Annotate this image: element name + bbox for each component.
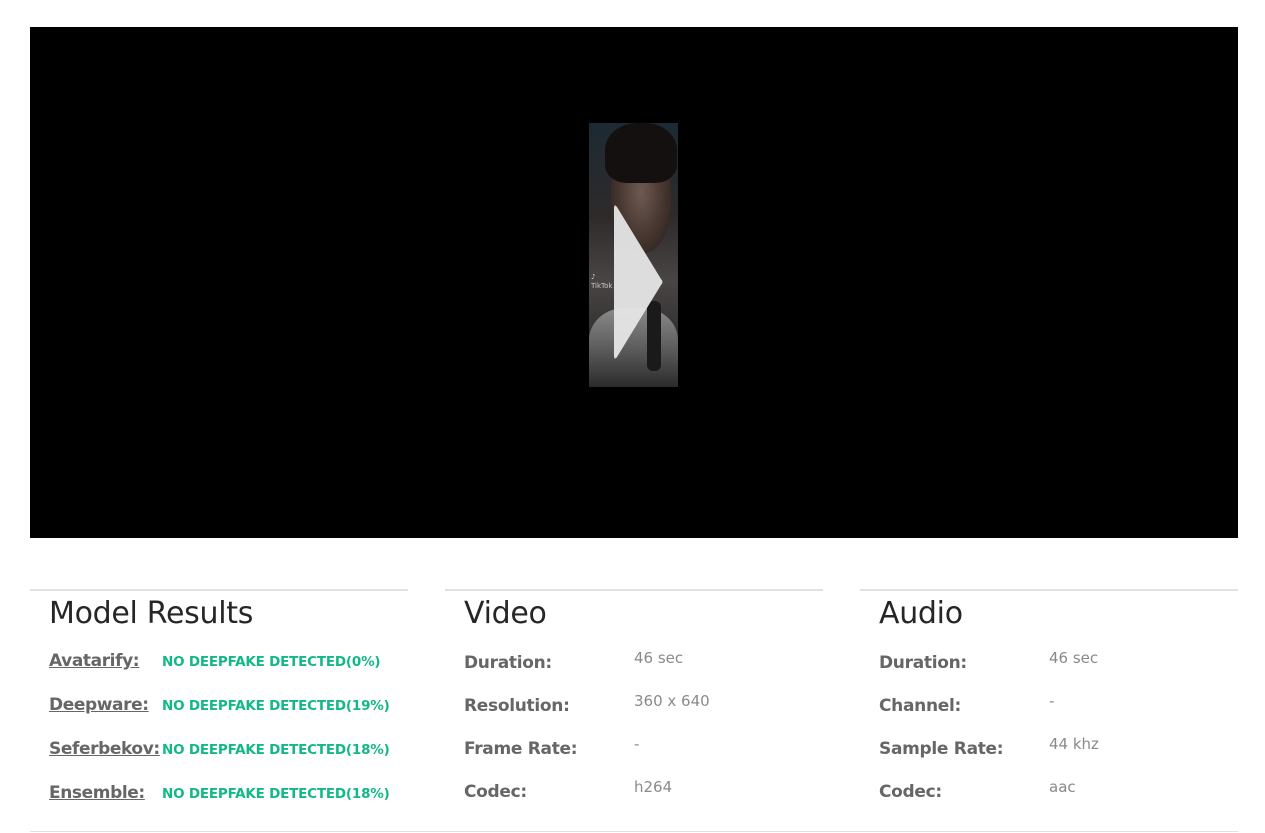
- video-player[interactable]: ♪ TikTok: [30, 27, 1238, 538]
- video-duration-label: Duration:: [464, 653, 552, 673]
- video-codec-label: Codec:: [464, 782, 527, 802]
- model-result-row: Deepware: NO DEEPFAKE DETECTED(19%): [49, 695, 390, 719]
- audio-channel-value: -: [1049, 692, 1055, 710]
- model-results-title: Model Results: [49, 596, 254, 631]
- video-frame-rate-label: Frame Rate:: [464, 739, 578, 759]
- model-result-row: Ensemble: NO DEEPFAKE DETECTED(18%): [49, 783, 390, 807]
- model-link-deepware[interactable]: Deepware:: [49, 695, 162, 715]
- audio-info-title: Audio: [879, 596, 963, 631]
- model-results-panel: Model Results Avatarify: NO DEEPFAKE DETE…: [30, 589, 408, 803]
- video-resolution-value: 360 x 640: [634, 692, 710, 710]
- audio-codec-value: aac: [1049, 778, 1076, 796]
- model-result-row: Seferbekov: NO DEEPFAKE DETECTED(18%): [49, 739, 390, 763]
- audio-sample-rate-value: 44 khz: [1049, 735, 1099, 753]
- audio-duration-label: Duration:: [879, 653, 967, 673]
- model-verdict: NO DEEPFAKE DETECTED(18%): [162, 786, 390, 802]
- play-icon[interactable]: [613, 203, 665, 361]
- thumbnail-watermark: ♪ TikTok: [591, 273, 613, 290]
- video-frame-rate-value: -: [634, 735, 640, 753]
- bottom-divider: [30, 831, 1238, 832]
- video-duration-value: 46 sec: [634, 649, 684, 667]
- model-result-row: Avatarify: NO DEEPFAKE DETECTED(0%): [49, 651, 381, 675]
- audio-codec-label: Codec:: [879, 782, 942, 802]
- video-info-title: Video: [464, 596, 547, 631]
- model-verdict: NO DEEPFAKE DETECTED(19%): [162, 698, 390, 714]
- model-link-avatarify[interactable]: Avatarify:: [49, 651, 162, 671]
- audio-channel-label: Channel:: [879, 696, 962, 716]
- audio-duration-value: 46 sec: [1049, 649, 1099, 667]
- model-verdict: NO DEEPFAKE DETECTED(18%): [162, 742, 390, 758]
- video-codec-value: h264: [634, 778, 673, 796]
- model-link-ensemble[interactable]: Ensemble:: [49, 783, 162, 803]
- model-verdict: NO DEEPFAKE DETECTED(0%): [162, 654, 381, 670]
- audio-info-panel: Audio Duration: 46 sec Channel: - Sample…: [860, 589, 1238, 802]
- video-resolution-label: Resolution:: [464, 696, 570, 716]
- model-link-seferbekov[interactable]: Seferbekov:: [49, 739, 162, 759]
- audio-sample-rate-label: Sample Rate:: [879, 739, 1004, 759]
- thumbnail-hair: [605, 123, 677, 183]
- video-info-panel: Video Duration: 46 sec Resolution: 360 x…: [445, 589, 823, 802]
